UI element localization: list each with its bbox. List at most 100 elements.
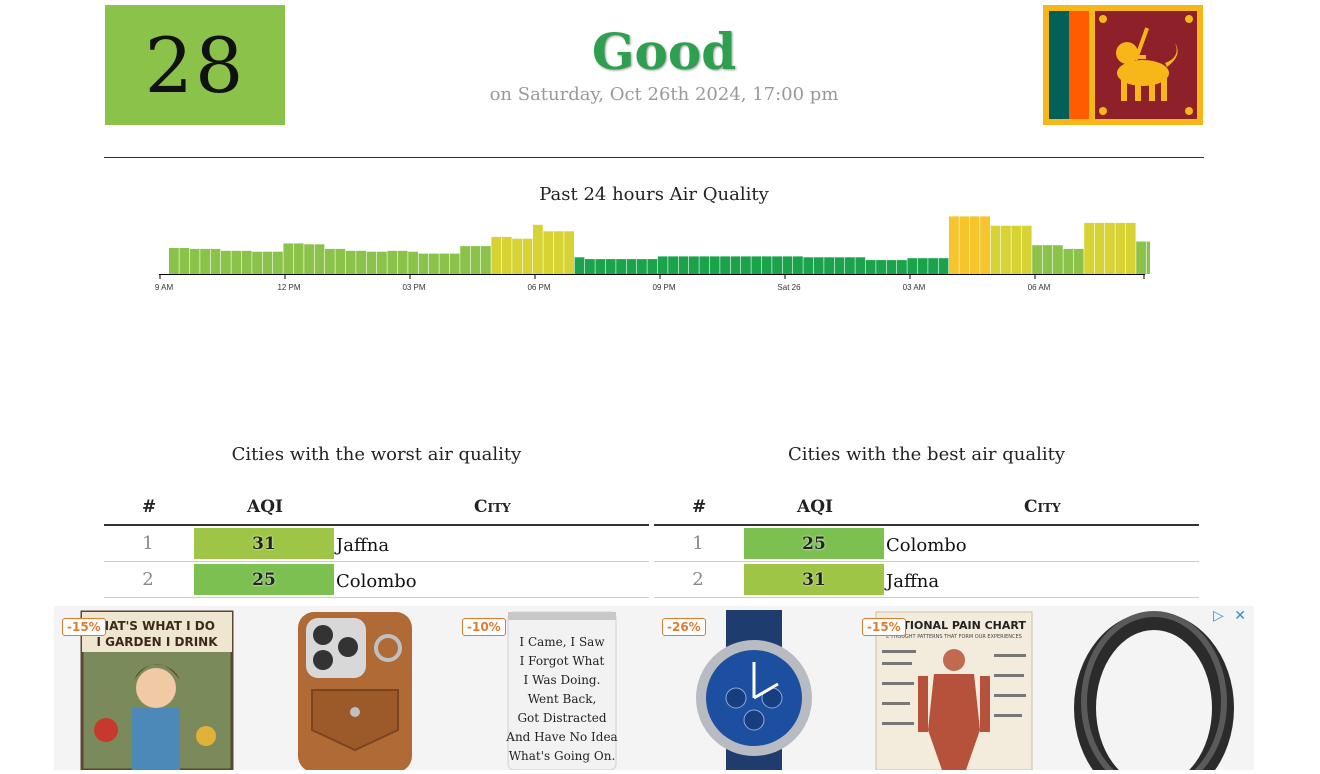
chart-bar[interactable] [449,253,460,274]
chart-bar[interactable] [512,238,522,274]
chart-bar[interactable] [491,236,502,274]
chart-bar[interactable] [637,259,647,274]
chart-bar[interactable] [574,257,585,274]
chart-bar[interactable] [1032,245,1042,274]
chart-bar[interactable] [949,216,959,274]
chart-bar[interactable] [959,216,970,274]
chart-bar[interactable] [304,244,314,274]
chart-bar[interactable] [626,259,637,274]
chart-bar[interactable] [356,250,366,274]
row-city-link[interactable]: Jaffna [336,535,389,556]
ad-banner[interactable]: ▷ ✕ -15% HAT'S WHAT I DO I GARDEN I DRIN… [54,606,1254,774]
chart-bar[interactable] [439,253,450,274]
chart-bar[interactable] [429,253,439,274]
chart-bar[interactable] [886,260,897,274]
chart-bar[interactable] [345,250,356,274]
chart-bar[interactable] [543,231,554,274]
chart-bar[interactable] [845,257,855,274]
chart-bar[interactable] [460,246,470,274]
ad-close-icon[interactable]: ✕ [1234,608,1246,624]
ad-item-phone-case[interactable] [256,610,452,772]
chart-bar[interactable] [990,225,1001,274]
chart-bar[interactable] [855,257,866,274]
chart-bar[interactable] [730,256,741,274]
chart-bar[interactable] [387,250,398,274]
chart-bar[interactable] [262,251,273,274]
chart-bar[interactable] [917,258,928,274]
chart-bar[interactable] [200,248,210,274]
chart-bar[interactable] [761,256,772,274]
chart-bar[interactable] [720,256,730,274]
chart-bar[interactable] [699,256,710,274]
chart-bar[interactable] [1125,222,1136,274]
chart-bar[interactable] [1001,225,1011,274]
chart-bar[interactable] [293,243,304,274]
ad-item-watch[interactable]: -26% [656,610,852,770]
chart-bar[interactable] [418,253,429,274]
chart-bar[interactable] [782,256,793,274]
ad-item-ring[interactable] [1056,610,1252,774]
chart-bar[interactable] [273,251,283,274]
chart-bar[interactable] [283,243,294,274]
chart-bar[interactable] [522,238,533,274]
row-city-link[interactable]: Jaffna [886,571,939,592]
chart-bar[interactable] [501,236,512,274]
ad-item-garden-sign[interactable]: -15% HAT'S WHAT I DO I GARDEN I DRINK [56,610,252,772]
ad-item-tumbler[interactable]: -10% I Came, I Saw I Forgot What I Was D… [456,610,652,771]
chart-bar[interactable] [1021,225,1032,274]
chart-bar[interactable] [397,250,408,274]
chart-bar[interactable] [1011,225,1022,274]
chart-bar[interactable] [824,257,834,274]
ad-item-pain-chart[interactable]: -15% MOTIONAL PAIN CHART L THOUGHT PATTE… [856,610,1052,771]
chart-bar[interactable] [1146,241,1150,275]
chart-bar[interactable] [793,256,803,274]
chart-bar[interactable] [969,216,980,274]
chart-bar[interactable] [1136,241,1146,275]
chart-bar[interactable] [689,256,699,274]
chart-bar[interactable] [741,256,751,274]
chart-bar[interactable] [366,251,377,274]
row-city-link[interactable]: Colombo [886,535,967,556]
chart-bar[interactable] [1053,245,1063,274]
chart-bar[interactable] [709,256,720,274]
chart-bar[interactable] [1073,248,1084,274]
chart-bar[interactable] [897,260,907,274]
chart-bar[interactable] [605,259,616,274]
chart-bar[interactable] [595,259,606,274]
chart-bar[interactable] [189,248,200,274]
chart-bar[interactable] [210,248,221,274]
chart-bar[interactable] [657,256,668,274]
chart-bar[interactable] [221,250,231,274]
chart-bar[interactable] [325,248,335,274]
chart-bar[interactable] [179,248,190,274]
chart-bar[interactable] [876,260,886,274]
chart-bar[interactable] [241,250,252,274]
chart-bar[interactable] [585,259,595,274]
chart-bar[interactable] [980,216,990,274]
chart-bar[interactable] [481,246,491,274]
chart-bar[interactable] [751,256,762,274]
chart-bar[interactable] [314,244,325,274]
chart-bar[interactable] [169,248,179,274]
chart-bar[interactable] [1115,222,1126,274]
chart-bar[interactable] [678,256,689,274]
chart-bar[interactable] [907,258,918,274]
chart-bar[interactable] [335,248,346,274]
chart-bar[interactable] [834,257,845,274]
chart-bar[interactable] [1094,222,1105,274]
chart-bar[interactable] [408,251,418,274]
chart-bar[interactable] [616,259,626,274]
chart-bar[interactable] [813,257,824,274]
chart-bar[interactable] [1042,245,1053,274]
chart-bar[interactable] [1105,222,1115,274]
chart-bar[interactable] [772,256,782,274]
chart-bar[interactable] [938,258,949,274]
chart-bar[interactable] [252,251,262,274]
chart-bar[interactable] [1063,248,1074,274]
chart-bar[interactable] [668,256,678,274]
chart-bar[interactable] [470,246,481,274]
chart-bar[interactable] [564,231,574,274]
chart-bar[interactable] [803,257,814,274]
chart-bar[interactable] [553,231,564,274]
chart-bar[interactable] [377,251,387,274]
